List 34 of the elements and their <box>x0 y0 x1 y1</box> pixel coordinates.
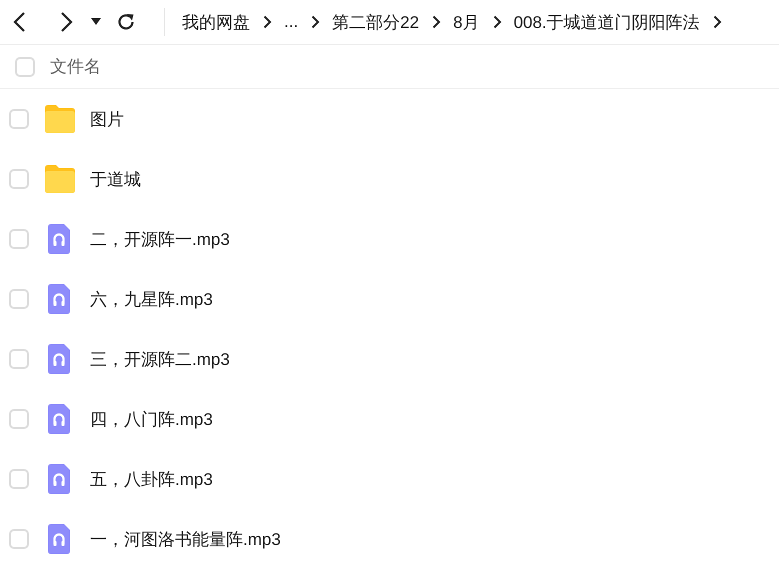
chevron-icon <box>492 15 502 29</box>
column-header: 文件名 <box>50 56 101 78</box>
forward-button[interactable] <box>60 11 74 33</box>
chevron-icon <box>311 15 320 29</box>
row-checkbox[interactable] <box>9 109 29 129</box>
file-name[interactable]: 一，河图洛书能量阵.mp3 <box>90 528 281 550</box>
row-checkbox[interactable] <box>9 289 29 309</box>
breadcrumb-link[interactable]: ... <box>284 12 298 32</box>
row-checkbox[interactable] <box>9 349 29 369</box>
row-checkbox[interactable] <box>9 409 29 429</box>
file-name[interactable]: 于道城 <box>90 168 141 190</box>
folder-icon <box>45 165 75 193</box>
file-name[interactable]: 五，八卦阵.mp3 <box>90 468 213 490</box>
file-name[interactable]: 六，九星阵.mp3 <box>90 288 213 310</box>
row-checkbox[interactable] <box>9 229 29 249</box>
dropdown-button[interactable] <box>91 18 101 26</box>
breadcrumb-link[interactable]: 我的网盘 <box>182 10 250 34</box>
file-name[interactable]: 三，开源阵二.mp3 <box>90 348 230 370</box>
breadcrumb-link[interactable]: 008.于城道道门阴阳阵法 <box>514 10 700 34</box>
chevron-icon <box>712 15 722 29</box>
select-all-checkbox[interactable] <box>15 56 35 76</box>
row-checkbox[interactable] <box>9 169 29 189</box>
chevron-icon <box>263 15 272 29</box>
chevron-icon <box>432 15 442 29</box>
back-button[interactable] <box>12 11 26 33</box>
refresh-button[interactable] <box>116 12 136 32</box>
row-checkbox[interactable] <box>9 529 29 549</box>
breadcrumb-link[interactable]: 第二部分22 <box>332 10 420 34</box>
breadcrumb-link[interactable]: 8月 <box>453 10 480 34</box>
row-checkbox[interactable] <box>9 469 29 489</box>
folder-icon <box>45 105 75 133</box>
file-name[interactable]: 四，八门阵.mp3 <box>90 408 213 430</box>
file-name[interactable]: 二，开源阵一.mp3 <box>90 228 230 250</box>
file-name[interactable]: 图片 <box>90 108 124 130</box>
